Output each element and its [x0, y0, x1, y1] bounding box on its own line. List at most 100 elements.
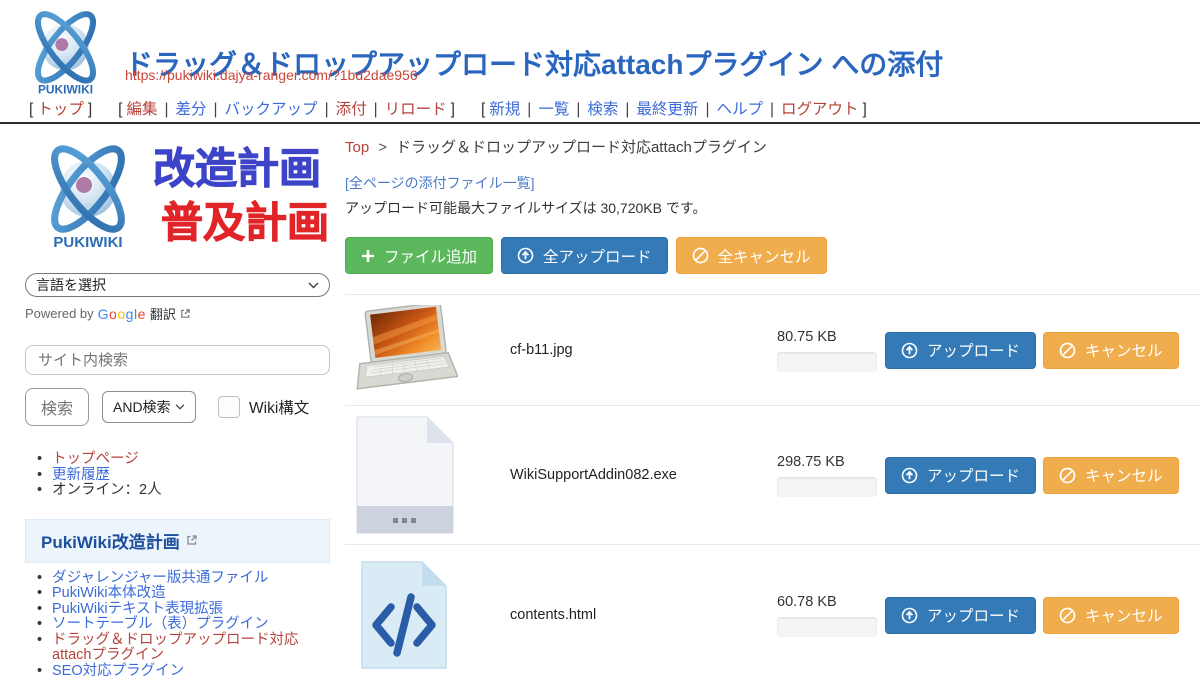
all-attachments-link[interactable]: [全ページの添付ファイル一覧] [345, 173, 535, 193]
file-size-cell: 298.75 KB [765, 454, 885, 497]
nav-item-new[interactable]: 新規 [489, 101, 520, 118]
external-link-icon [186, 534, 198, 546]
nav-item-backup[interactable]: バックアップ [225, 101, 318, 118]
upload-circle-icon [901, 607, 918, 624]
upload-file-list: cf-b11.jpg 80.75 KB アップロード [345, 294, 1200, 685]
file-row: WikiSupportAddin082.exe 298.75 KB アップロード [345, 405, 1200, 544]
file-row: cf-b11.jpg 80.75 KB アップロード [345, 294, 1200, 405]
list-item: ダジャレンジャー版共通ファイル [37, 571, 330, 587]
file-name: cf-b11.jpg [465, 342, 765, 358]
main-content: Top>ドラッグ＆ドロップアップロード対応attachプラグイン [全ページの添… [345, 130, 1200, 685]
nav-item-list[interactable]: 一覧 [538, 101, 569, 118]
upload-button[interactable]: アップロード [885, 332, 1036, 369]
nav-item-reload[interactable]: リロード [385, 101, 447, 118]
upload-circle-icon [517, 247, 534, 264]
file-size-cell: 60.78 KB [765, 594, 885, 637]
sidebar-campaign-logo[interactable]: PUKIWIKI 改造計画 普及計画 [25, 135, 330, 255]
breadcrumb: Top>ドラッグ＆ドロップアップロード対応attachプラグイン [345, 136, 1200, 157]
online-count: オンライン：2人 [52, 482, 162, 498]
nav-divider [0, 122, 1200, 124]
upload-progress-bar [777, 352, 877, 372]
sidebar-link-dragdrop-attach[interactable]: ドラッグ＆ドロップアップロード対応attachプラグイン [52, 632, 299, 664]
laptop-photo-thumbnail [352, 305, 458, 395]
file-thumbnail-html [360, 560, 450, 670]
list-item: ソートテーブル（表）プラグイン [37, 617, 330, 633]
sidebar-link-update-history[interactable]: 更新履歴 [52, 467, 110, 483]
nav-item-recent[interactable]: 最終更新 [636, 101, 698, 118]
nav-item-logout[interactable]: ログアウト [781, 101, 859, 118]
logo-brand-text: PUKIWIKI [38, 82, 93, 96]
chevron-down-icon [308, 282, 319, 289]
sidebar-menu-links: ダジャレンジャー版共通ファイル PukiWiki本体改造 PukiWikiテキス… [25, 571, 330, 680]
file-size: 298.75 KB [777, 454, 885, 470]
list-item: PukiWiki本体改造 [37, 586, 330, 602]
file-thumbnail-laptop [352, 305, 458, 395]
sidebar-section-heading: PukiWiki改造計画 [25, 519, 330, 563]
nav-item-search[interactable]: 検索 [587, 101, 618, 118]
pukiwiki-logo[interactable]: PUKIWIKI [18, 5, 113, 102]
ban-circle-icon [1059, 467, 1076, 484]
cancel-all-button[interactable]: 全キャンセル [676, 237, 827, 274]
sidebar-quick-links: トップページ 更新履歴 オンライン：2人 [25, 452, 330, 499]
file-size: 60.78 KB [777, 594, 885, 610]
nav-group-page: [編集|差分|バックアップ|添付|リロード] [114, 101, 459, 118]
ban-circle-icon [692, 247, 709, 264]
file-row: contents.html 60.78 KB アップロード [345, 544, 1200, 685]
search-input[interactable] [25, 345, 330, 375]
page-url-link[interactable]: https://pukiwiki.dajya-ranger.com/?1bd2d… [125, 67, 418, 83]
cancel-button[interactable]: キャンセル [1043, 332, 1179, 369]
nav-item-help[interactable]: ヘルプ [716, 101, 763, 118]
sidebar: PUKIWIKI 改造計画 普及計画 言語を選択 Powered by Goog… [25, 135, 330, 679]
sidebar-link-top-page[interactable]: トップページ [52, 451, 139, 467]
list-item: PukiWikiテキスト表現拡張 [37, 602, 330, 618]
logo-brand-text: PUKIWIKI [53, 234, 122, 251]
sidebar-link-common-files[interactable]: ダジャレンジャー版共通ファイル [52, 570, 268, 586]
cancel-button[interactable]: キャンセル [1043, 597, 1179, 634]
section-title-link[interactable]: PukiWiki改造計画 [41, 528, 180, 553]
nav-item-attach[interactable]: 添付 [336, 101, 367, 118]
upload-button[interactable]: アップロード [885, 597, 1036, 634]
atom-logo-icon: PUKIWIKI [18, 5, 113, 97]
file-size: 80.75 KB [777, 329, 885, 345]
sidebar-link-text-extension[interactable]: PukiWikiテキスト表現拡張 [52, 601, 223, 617]
search-button[interactable]: 検索 [25, 388, 89, 426]
upload-toolbar: ファイル追加 全アップロード 全キャンセル [345, 237, 1200, 274]
add-files-button[interactable]: ファイル追加 [345, 237, 493, 274]
atom-logo-icon: PUKIWIKI [44, 139, 133, 251]
file-name: WikiSupportAddin082.exe [465, 467, 765, 483]
chevron-down-icon [175, 404, 185, 410]
nav-group-site: [新規|一覧|検索|最終更新|ヘルプ|ログアウト] [477, 101, 871, 118]
external-link-icon [180, 308, 191, 319]
wiki-syntax-label: Wiki構文 [249, 396, 309, 418]
language-select[interactable]: 言語を選択 [25, 273, 330, 297]
upload-progress-bar [777, 617, 877, 637]
nav-item-top[interactable]: トップ [37, 101, 84, 118]
search-mode-select[interactable]: AND検索 [102, 391, 196, 423]
list-item: オンライン：2人 [37, 483, 330, 499]
upload-progress-bar [777, 477, 877, 497]
list-item: ドラッグ＆ドロップアップロード対応attachプラグイン [37, 633, 330, 664]
generic-file-icon [355, 415, 455, 535]
translate-link[interactable]: 翻訳 [150, 304, 176, 323]
nav-item-edit[interactable]: 編集 [126, 101, 157, 118]
plus-icon [361, 249, 375, 263]
google-wordmark[interactable]: Google [98, 306, 146, 322]
wiki-syntax-checkbox[interactable] [218, 396, 240, 418]
breadcrumb-home[interactable]: Top [345, 139, 369, 156]
nav-item-diff[interactable]: 差分 [176, 101, 207, 118]
upload-all-button[interactable]: 全アップロード [501, 237, 668, 274]
nav-group-top: [トップ] [25, 101, 96, 118]
file-size-cell: 80.75 KB [765, 329, 885, 372]
list-item: SEO対応プラグイン [37, 664, 330, 680]
ban-circle-icon [1059, 342, 1076, 359]
list-item: 更新履歴 [37, 468, 330, 484]
sidebar-link-seo-plugin[interactable]: SEO対応プラグイン [52, 663, 184, 679]
html-file-icon [360, 560, 450, 670]
sidebar-link-core-mods[interactable]: PukiWiki本体改造 [52, 585, 166, 601]
search-mode-value: AND検索 [113, 397, 171, 417]
file-actions: アップロード キャンセル [885, 332, 1179, 369]
max-upload-size-note: アップロード可能最大ファイルサイズは 30,720KB です。 [345, 198, 1200, 218]
upload-button[interactable]: アップロード [885, 457, 1036, 494]
cancel-button[interactable]: キャンセル [1043, 457, 1179, 494]
file-thumbnail-generic [355, 415, 455, 535]
